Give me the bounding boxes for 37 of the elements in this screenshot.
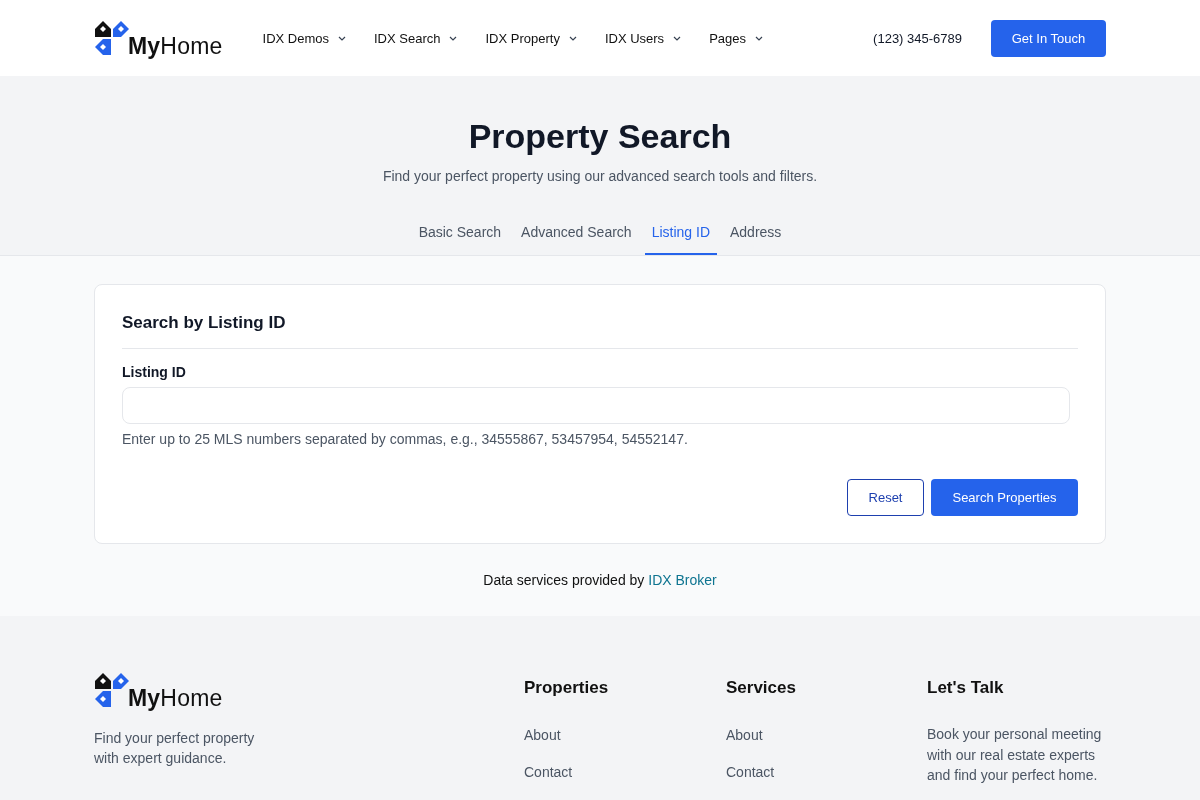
chevron-down-icon	[338, 35, 346, 41]
footer-tagline: Find your perfect property with expert guidance.	[94, 729, 256, 768]
reset-button[interactable]: Reset	[847, 479, 924, 516]
phone-number[interactable]: (123) 345-6789	[873, 30, 962, 46]
footer-heading: Let's Talk	[927, 678, 1005, 698]
field-label: Listing ID	[122, 364, 187, 380]
idx-broker-link[interactable]: IDX Broker	[648, 572, 717, 588]
footer-link[interactable]: Contact	[726, 764, 927, 780]
search-tab[interactable]: Basic Search	[411, 220, 509, 255]
chevron-down-icon	[755, 35, 763, 41]
nav-menu-item[interactable]: IDX Demos	[262, 30, 346, 46]
search-tab[interactable]: Advanced Search	[514, 220, 639, 255]
footer-heading: Services	[726, 678, 797, 698]
get-in-touch-button[interactable]: Get In Touch	[991, 19, 1106, 57]
footer-link[interactable]: About	[524, 727, 726, 743]
page-subtitle: Find your perfect property using our advanced search tools and filters.	[381, 168, 819, 184]
chevron-down-icon	[449, 35, 458, 41]
nav-menu-item[interactable]: IDX Search	[374, 30, 458, 46]
logo-icon	[94, 20, 130, 56]
nav-menu-item[interactable]: IDX Users	[604, 30, 682, 46]
footer-link[interactable]: Contact	[524, 764, 726, 780]
chevron-down-icon	[673, 35, 682, 41]
chevron-down-icon	[568, 35, 577, 41]
search-button[interactable]: Search Properties	[931, 479, 1078, 516]
search-tab[interactable]: Address	[723, 220, 789, 255]
card-title: Search by Listing ID	[122, 313, 1078, 349]
footer-link[interactable]: About	[726, 727, 927, 743]
logo-icon	[94, 672, 130, 708]
page-title: Property Search	[467, 116, 733, 156]
footer-heading: Properties	[524, 678, 610, 698]
nav-menu-item[interactable]: IDX Property	[485, 30, 577, 46]
nav-menu-item[interactable]: Pages	[709, 30, 763, 46]
search-tab[interactable]: Listing ID	[644, 220, 717, 255]
footer-text: Book your personal meeting with our real estate experts and find your perfect home.	[927, 725, 1103, 785]
help-text: Enter up to 25 MLS numbers separated by commas, e.g., 34555867, 53457954, 54552147.	[122, 431, 689, 447]
credit-text: Data services provided by IDX Broker	[482, 572, 718, 588]
listing-id-field[interactable]	[122, 387, 1070, 424]
